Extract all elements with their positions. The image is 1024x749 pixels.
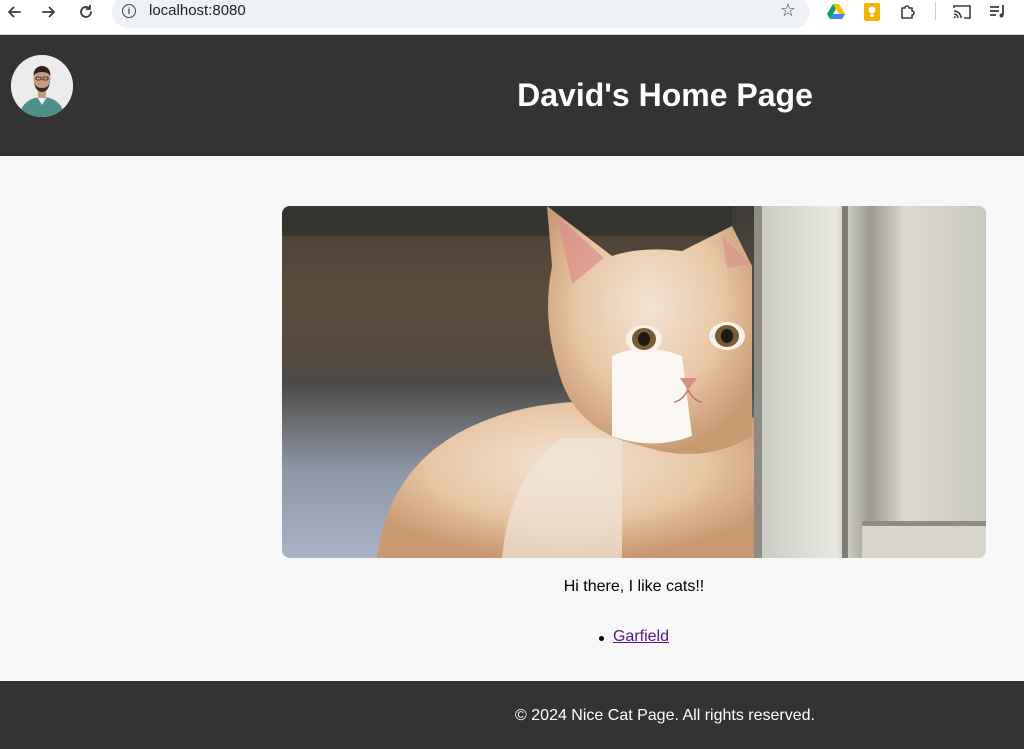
extensions-puzzle-icon[interactable] — [898, 2, 918, 22]
garfield-link[interactable]: Garfield — [613, 628, 669, 645]
page-title: David's Home Page — [517, 77, 813, 113]
site-info-icon[interactable]: i — [122, 4, 136, 18]
browser-toolbar: i localhost:8080 ☆ — [0, 0, 1024, 35]
profile-avatar — [11, 55, 73, 117]
cat-photo — [282, 206, 986, 558]
tagline-text: Hi there, I like cats!! — [563, 578, 705, 595]
cast-icon[interactable] — [952, 2, 972, 22]
media-queue-icon[interactable] — [988, 2, 1008, 22]
forward-arrow-icon[interactable] — [37, 0, 61, 24]
address-bar[interactable]: i localhost:8080 ☆ — [112, 0, 810, 28]
google-drive-icon[interactable] — [826, 2, 846, 22]
site-header: David's Home Page — [0, 35, 1024, 156]
reload-icon[interactable] — [74, 0, 98, 24]
keep-notes-icon[interactable] — [862, 2, 882, 22]
site-footer: © 2024 Nice Cat Page. All rights reserve… — [0, 681, 1024, 749]
copyright-text: © 2024 Nice Cat Page. All rights reserve… — [515, 707, 815, 724]
bookmark-star-icon[interactable]: ☆ — [780, 0, 796, 21]
toolbar-divider — [935, 2, 936, 20]
cat-links-list: Garfield — [282, 628, 986, 646]
url-text[interactable]: localhost:8080 — [149, 2, 246, 19]
list-item: Garfield — [598, 628, 669, 646]
back-arrow-icon[interactable] — [2, 0, 26, 24]
